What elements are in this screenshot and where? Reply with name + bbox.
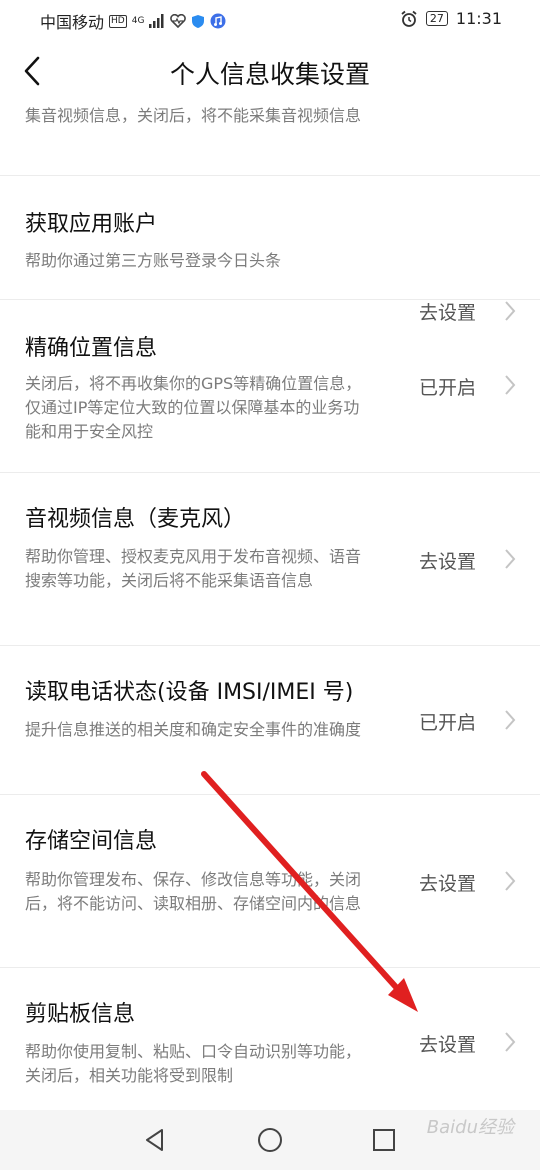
status-bar: 中国移动 HD 4G 27 11:31 [0, 0, 540, 38]
item-title: 获取应用账户 [25, 212, 158, 237]
alarm-icon [401, 10, 417, 27]
item-action[interactable]: 去设置 [419, 547, 476, 574]
item-description: 帮助你使用复制、粘贴、口令自动识别等功能，关闭后，相关功能将受到限制 [25, 1042, 362, 1085]
item-action[interactable]: 去设置 [419, 1030, 476, 1057]
chevron-right-icon [505, 549, 516, 569]
list-item-partial: 集音视频信息，关闭后，将不能采集音视频信息 [0, 104, 540, 176]
watermark: Baidu经验 [426, 1117, 514, 1138]
item-action[interactable]: 去设置 [419, 869, 476, 896]
page-title: 个人信息收集设置 [169, 60, 370, 89]
signal-icon [149, 14, 164, 28]
music-app-icon [210, 13, 226, 29]
network-type: 4G [131, 16, 145, 26]
clock: 11:31 [455, 9, 502, 28]
list-item-clipboard[interactable]: 剪贴板信息 帮助你使用复制、粘贴、口令自动识别等功能，关闭后，相关功能将受到限制… [0, 968, 540, 1114]
item-title: 剪贴板信息 [25, 1002, 136, 1027]
item-action[interactable]: 已开启 [419, 708, 476, 735]
list-item-microphone[interactable]: 音视频信息（麦克风） 帮助你管理、授权麦克风用于发布音视频、语音搜索等功能，关闭… [0, 473, 540, 646]
item-description: 集音视频信息，关闭后，将不能采集音视频信息 [25, 106, 362, 125]
circle-home-icon[interactable] [256, 1126, 284, 1154]
hd-badge: HD [109, 14, 127, 28]
item-description: 提升信息推送的相关度和确定安全事件的准确度 [25, 720, 362, 739]
item-description: 帮助你通过第三方账号登录今日头条 [25, 251, 282, 270]
settings-list: 集音视频信息，关闭后，将不能采集音视频信息 获取应用账户 帮助你通过第三方账号登… [0, 104, 540, 1114]
list-item-phone-state[interactable]: 读取电话状态(设备 IMSI/IMEI 号) 提升信息推送的相关度和确定安全事件… [0, 646, 540, 795]
item-title: 精确位置信息 [25, 336, 158, 361]
item-description: 关闭后，将不再收集你的GPS等精确位置信息，仅通过IP等定位大致的位置以保障基本… [25, 374, 362, 441]
item-action[interactable]: 已开启 [419, 373, 476, 400]
health-icon [170, 14, 187, 28]
triangle-back-icon[interactable] [141, 1126, 169, 1154]
battery-level: 27 [429, 12, 444, 25]
shield-icon [192, 14, 205, 28]
chevron-right-icon [505, 710, 516, 730]
list-item-storage[interactable]: 存储空间信息 帮助你管理发布、保存、修改信息等功能，关闭后，将不能访问、读取相册… [0, 795, 540, 968]
chevron-right-icon [505, 375, 516, 395]
item-description: 帮助你管理发布、保存、修改信息等功能，关闭后，将不能访问、读取相册、存储空间内的… [25, 870, 362, 913]
carrier-label: 中国移动 [40, 13, 105, 32]
header: 个人信息收集设置 [0, 38, 540, 104]
item-title: 音视频信息（麦克风） [25, 507, 246, 532]
item-description: 帮助你管理、授权麦克风用于发布音视频、语音搜索等功能，关闭后将不能采集语音信息 [25, 547, 362, 590]
item-title: 读取电话状态(设备 IMSI/IMEI 号) [25, 680, 354, 705]
list-item-app-account[interactable]: 获取应用账户 帮助你通过第三方账号登录今日头条 去设置 [0, 176, 540, 324]
chevron-right-icon [505, 1032, 516, 1052]
chevron-right-icon [505, 871, 516, 891]
item-title: 存储空间信息 [25, 829, 158, 854]
square-recent-icon[interactable] [370, 1126, 398, 1154]
list-item-location[interactable]: 精确位置信息 关闭后，将不再收集你的GPS等精确位置信息，仅通过IP等定位大致的… [0, 300, 540, 473]
status-left: 中国移动 HD 4G [40, 9, 226, 33]
status-right: 27 11:31 [400, 9, 502, 28]
battery-icon: 27 [425, 11, 448, 26]
